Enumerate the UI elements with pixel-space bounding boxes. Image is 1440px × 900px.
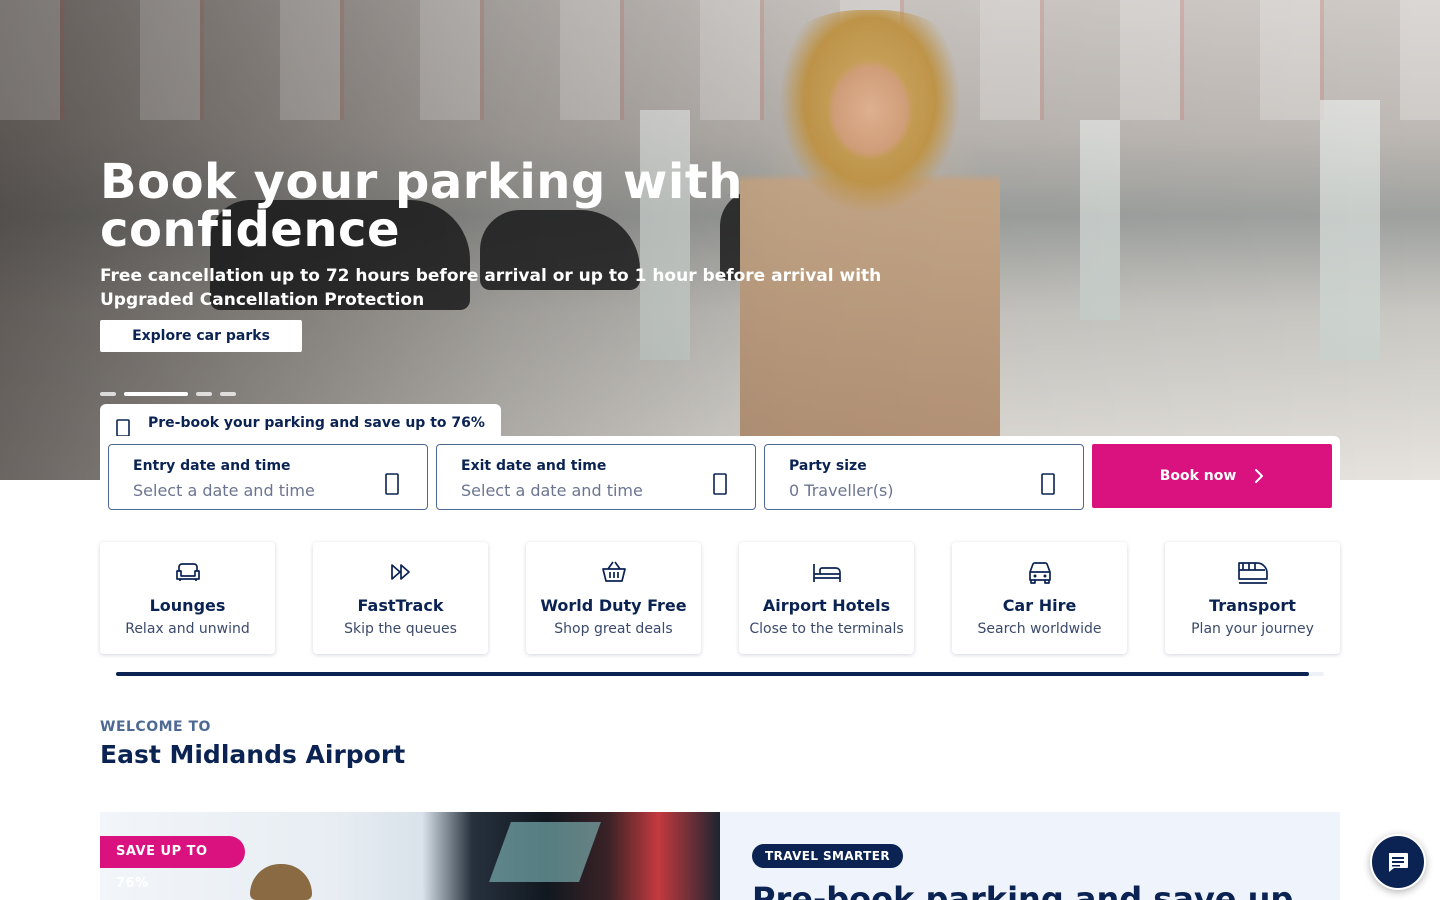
entry-date-label: Entry date and time: [133, 458, 291, 474]
save-badge: SAVE UP TO 76%: [100, 836, 245, 891]
welcome-eyebrow: WELCOME TO: [100, 719, 211, 735]
promo-heading: Pre-book parking and save up: [752, 880, 1294, 900]
service-card-subtitle: Plan your journey: [1191, 621, 1314, 637]
train-icon: [1237, 562, 1268, 584]
services-carousel: Lounges Relax and unwind FastTrack Skip …: [100, 542, 1340, 654]
explore-car-parks-button[interactable]: Explore car parks: [100, 320, 302, 352]
service-card-subtitle: Skip the queues: [344, 621, 457, 637]
book-now-button[interactable]: Book now: [1092, 444, 1332, 508]
exit-date-field[interactable]: Exit date and time Select a date and tim…: [436, 444, 756, 510]
party-size-field[interactable]: Party size 0 Traveller(s): [764, 444, 1084, 510]
book-now-label: Book now: [1159, 468, 1237, 484]
calendar-icon: [385, 473, 399, 495]
fast-forward-icon: [390, 564, 410, 580]
promo-image-car-window: [489, 822, 601, 882]
service-card-title: FastTrack: [357, 596, 444, 615]
carousel-dot[interactable]: [100, 392, 116, 396]
carousel-dot[interactable]: [196, 392, 212, 396]
exit-date-label: Exit date and time: [461, 458, 607, 474]
airport-title: East Midlands Airport: [100, 740, 406, 769]
basket-icon: [601, 561, 626, 582]
services-scrollbar-thumb[interactable]: [116, 672, 1309, 676]
carousel-dot-active[interactable]: [124, 392, 188, 396]
service-card-subtitle: Relax and unwind: [125, 621, 250, 637]
hero-subtitle: Free cancellation up to 72 hours before …: [100, 266, 882, 310]
exit-date-placeholder: Select a date and time: [461, 481, 643, 500]
service-card-airport-hotels[interactable]: Airport Hotels Close to the terminals: [739, 542, 914, 654]
people-icon: [1041, 473, 1055, 495]
service-card-title: Airport Hotels: [762, 596, 891, 615]
booking-promo-text: Pre-book your parking and save up to 76%: [148, 415, 485, 431]
chevron-right-icon: [1255, 469, 1264, 483]
promo-image-hat: [250, 864, 312, 900]
service-card-fasttrack[interactable]: FastTrack Skip the queues: [313, 542, 488, 654]
entry-date-placeholder: Select a date and time: [133, 481, 315, 500]
chat-button[interactable]: [1370, 834, 1426, 890]
service-card-subtitle: Search worldwide: [977, 621, 1102, 637]
carousel-dot[interactable]: [220, 392, 236, 396]
calendar-icon: [713, 473, 727, 495]
service-card-title: Car Hire: [1002, 596, 1077, 615]
party-size-value: 0 Traveller(s): [789, 481, 894, 500]
service-card-transport[interactable]: Transport Plan your journey: [1165, 542, 1340, 654]
bed-icon: [812, 564, 841, 582]
service-card-title: Lounges: [149, 596, 226, 615]
chat-icon: [1389, 853, 1408, 872]
entry-date-field[interactable]: Entry date and time Select a date and ti…: [108, 444, 428, 510]
carousel-indicators: [100, 392, 236, 396]
service-card-subtitle: Close to the terminals: [749, 621, 904, 637]
service-card-subtitle: Shop great deals: [554, 621, 673, 637]
party-size-label: Party size: [789, 458, 867, 474]
car-icon: [1028, 562, 1051, 584]
service-card-title: World Duty Free: [540, 596, 687, 615]
hero-title: Book your parking with confidence: [100, 154, 743, 258]
service-card-lounges[interactable]: Lounges Relax and unwind: [100, 542, 275, 654]
sofa-icon: [175, 563, 200, 581]
travel-smarter-pill: TRAVEL SMARTER: [752, 844, 903, 868]
tag-icon: [116, 419, 130, 437]
service-card-car-hire[interactable]: Car Hire Search worldwide: [952, 542, 1127, 654]
booking-form: Entry date and time Select a date and ti…: [100, 436, 1340, 516]
service-card-title: Transport: [1209, 596, 1296, 615]
service-card-world-duty-free[interactable]: World Duty Free Shop great deals: [526, 542, 701, 654]
